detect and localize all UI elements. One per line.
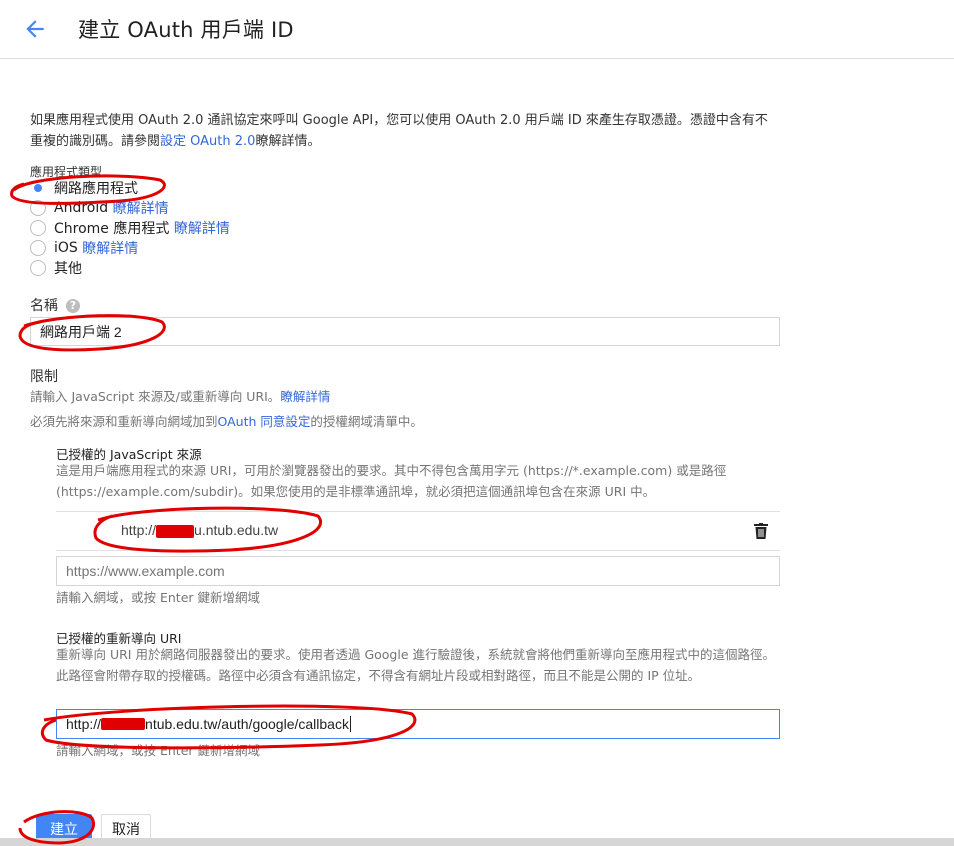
learn-more-link[interactable]: 瞭解詳情 [82,238,138,258]
redirect-uri-input[interactable]: http:// ntub.edu.tw/auth/google/callback [56,709,780,739]
radio-label: iOS [54,240,78,256]
redirect-uri-prefix: http:// [66,716,102,732]
learn-more-link[interactable]: 瞭解詳情 [280,389,330,404]
oauth-consent-link[interactable]: OAuth 同意設定 [218,414,311,429]
back-arrow-icon[interactable] [22,16,48,42]
text-cursor [349,716,351,732]
js-origin-input[interactable]: https://www.example.com [56,556,780,586]
js-origins-description: 這是用戶端應用程式的來源 URI，可用於瀏覽器發出的要求。其中不得包含萬用字元 … [56,463,727,499]
restrictions-title: 限制 [30,369,58,385]
radio-label: Chrome 應用程式 [54,221,170,237]
taskbar [0,838,954,846]
restrictions-line1: 請輸入 JavaScript 來源及/或重新導向 URI。瞭解詳情 [30,386,330,407]
intro-body: 如果應用程式使用 OAuth 2.0 通訊協定來呼叫 Google API，您可… [30,113,768,149]
radio-label: Android [54,200,109,216]
setup-oauth-link[interactable]: 設定 OAuth 2.0 [160,134,255,149]
name-label: 名稱? [30,295,80,315]
restrictions-line2-prefix: 必須先將來源和重新導向網域加到 [30,414,218,429]
radio-button[interactable] [30,260,46,276]
radio-other[interactable]: 其他 [30,258,82,278]
radio-android[interactable]: Android 瞭解詳情 [30,198,169,218]
js-origin-hint: 請輸入網域，或按 Enter 鍵新增網域 [56,590,260,605]
redirect-uri-suffix: ntub.edu.tw/auth/google/callback [145,716,349,732]
intro-text: 如果應用程式使用 OAuth 2.0 通訊協定來呼叫 Google API，您可… [30,110,780,152]
redacted-block [101,718,146,730]
restrictions-line1-text: 請輸入 JavaScript 來源及/或重新導向 URI。 [30,389,281,404]
name-label-text: 名稱 [30,298,58,314]
radio-button[interactable] [30,200,46,216]
name-input[interactable]: 網路用戶端 2 [30,317,780,346]
intro-suffix: 瞭解詳情。 [255,134,321,149]
restrictions-line2-suffix: 的授權網域清單中。 [310,414,423,429]
page-title: 建立 OAuth 用戶端 ID [78,18,294,42]
redirect-uri-hint: 請輸入網域，或按 Enter 鍵新增網域 [56,743,260,758]
radio-ios[interactable]: iOS 瞭解詳情 [30,238,138,258]
restrictions-line2: 必須先將來源和重新導向網域加到OAuth 同意設定的授權網域清單中。 [30,411,423,432]
radio-button[interactable] [30,240,46,256]
page-header: 建立 OAuth 用戶端 ID [0,0,954,59]
js-origin-entry-suffix: u.ntub.edu.tw [194,522,279,538]
radio-label: 網路應用程式 [54,181,138,197]
radio-label: 其他 [54,261,82,277]
radio-button[interactable] [30,220,46,236]
learn-more-link[interactable]: 瞭解詳情 [174,218,230,238]
radio-button-checked[interactable] [30,180,46,196]
redacted-block [156,524,195,538]
radio-web-application[interactable]: 網路應用程式 [30,178,138,198]
redirect-uris-description: 重新導向 URI 用於網路伺服器發出的要求。使用者透過 Google 進行驗證後… [56,647,775,683]
js-origin-entry-prefix: http:// [121,522,157,538]
trash-icon[interactable] [754,523,768,539]
radio-chrome-app[interactable]: Chrome 應用程式 瞭解詳情 [30,218,230,238]
js-origin-entry-row[interactable]: http:// u.ntub.edu.tw [56,511,780,551]
help-icon[interactable]: ? [66,299,80,313]
learn-more-link[interactable]: 瞭解詳情 [113,198,169,218]
js-origin-entry[interactable]: http:// u.ntub.edu.tw [121,522,278,538]
